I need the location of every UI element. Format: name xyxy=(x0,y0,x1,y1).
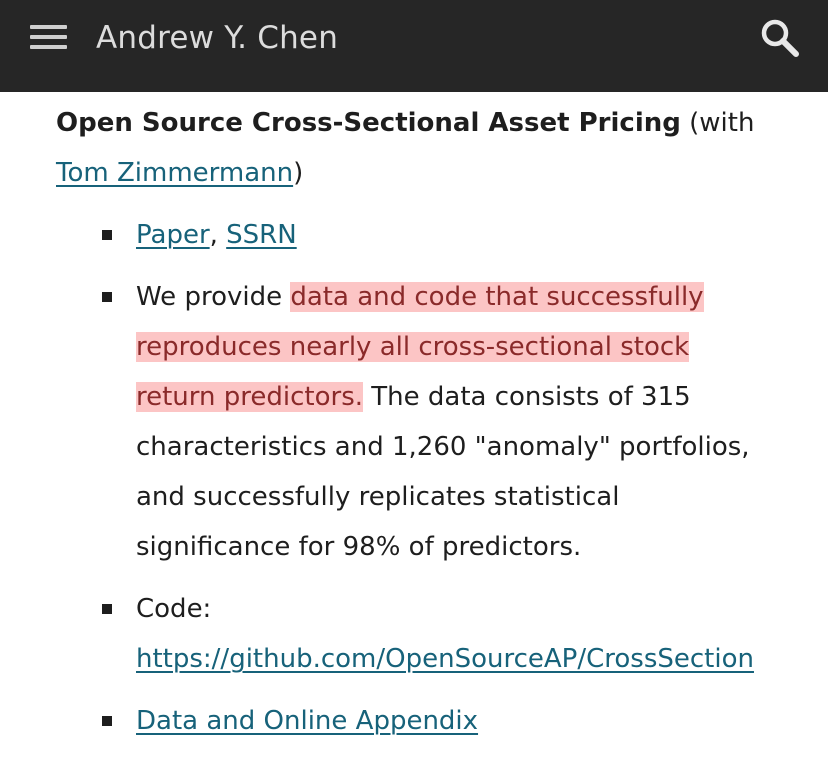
paper-link[interactable]: Paper xyxy=(136,220,210,250)
bullet xyxy=(102,604,112,614)
bullet xyxy=(102,716,112,726)
with-prefix: (with xyxy=(680,108,755,138)
heading-suffix: ) xyxy=(293,158,304,188)
appendix-link[interactable]: Data and Online Appendix xyxy=(136,706,478,736)
code-label: Code: xyxy=(136,594,212,624)
ssrn-link[interactable]: SSRN xyxy=(226,220,297,250)
list-item-code: Code: https://github.com/OpenSourceAP/Cr… xyxy=(56,584,772,684)
bullet xyxy=(102,292,112,302)
hamburger-menu-icon[interactable] xyxy=(30,25,67,49)
bullet xyxy=(102,230,112,240)
coauthor-link[interactable]: Tom Zimmermann xyxy=(56,158,293,188)
project-heading: Open Source Cross-Sectional Asset Pricin… xyxy=(56,98,772,198)
search-icon[interactable] xyxy=(760,18,800,58)
project-details-list: Paper, SSRN We provide data and code tha… xyxy=(56,210,772,746)
top-app-bar: Andrew Y. Chen xyxy=(0,0,828,92)
project-title: Open Source Cross-Sectional Asset Pricin… xyxy=(56,108,681,138)
github-link[interactable]: https://github.com/OpenSourceAP/CrossSec… xyxy=(136,644,754,674)
description-prefix: We provide xyxy=(136,282,291,312)
site-title[interactable]: Andrew Y. Chen xyxy=(96,18,338,58)
list-item-paper: Paper, SSRN xyxy=(56,210,772,260)
link-separator: , xyxy=(209,220,227,250)
list-item-appendix: Data and Online Appendix xyxy=(56,696,772,746)
main-content: Open Source Cross-Sectional Asset Pricin… xyxy=(56,98,772,758)
list-item-description: We provide data and code that successful… xyxy=(56,272,772,572)
